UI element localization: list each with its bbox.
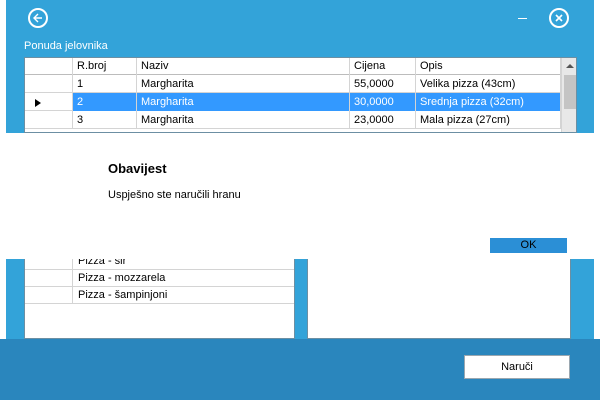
order-items-list[interactable]: Pizza - sir Pizza - mozzarela Pizza - ša… — [24, 259, 295, 339]
cell-cijena[interactable]: 23,0000 — [350, 111, 416, 129]
row-pointer-icon — [35, 99, 41, 107]
cell-cijena[interactable]: 30,0000 — [350, 93, 416, 111]
list-item[interactable]: Pizza - mozzarela — [25, 270, 294, 287]
column-header-rbroj[interactable]: R.broj — [73, 58, 137, 75]
cell-cijena[interactable]: 55,0000 — [350, 75, 416, 93]
grid-header-row: R.broj Naziv Cijena Opis — [25, 58, 561, 75]
cell-naziv[interactable]: Margharita — [137, 111, 350, 129]
row-header[interactable] — [25, 270, 73, 287]
list-item-label: Pizza - šampinjoni — [78, 289, 168, 301]
list-item[interactable]: Pizza - šampinjoni — [25, 287, 294, 304]
cell-naziv[interactable]: Margharita — [137, 93, 350, 111]
chevron-up-icon[interactable] — [562, 58, 576, 74]
row-header[interactable] — [25, 75, 73, 93]
row-header[interactable] — [25, 287, 73, 304]
back-button[interactable] — [28, 8, 48, 28]
back-arrow-icon — [33, 13, 42, 23]
grid-scrollbar[interactable] — [561, 58, 576, 132]
footer-bar: Naruči — [0, 339, 600, 400]
table-row-selected[interactable]: 2 Margharita 30,0000 Srednja pizza (32cm… — [25, 93, 561, 111]
row-header[interactable] — [25, 93, 73, 111]
cell-rbroj[interactable]: 2 — [73, 93, 137, 111]
column-header-naziv[interactable]: Naziv — [137, 58, 350, 75]
table-row[interactable]: 3 Margharita 23,0000 Mala pizza (27cm) — [25, 111, 561, 129]
close-icon — [555, 14, 563, 22]
window-title: Ponuda jelovnika — [24, 40, 108, 52]
dialog-title: Obavijest — [108, 161, 167, 176]
cell-opis[interactable]: Mala pizza (27cm) — [416, 111, 561, 129]
cell-rbroj[interactable]: 3 — [73, 111, 137, 129]
list-item[interactable]: Pizza - sir — [25, 259, 294, 270]
list-item-label: Pizza - sir — [78, 259, 127, 267]
list-item-label: Pizza - mozzarela — [78, 272, 166, 284]
cell-rbroj[interactable]: 1 — [73, 75, 137, 93]
scrollbar-thumb[interactable] — [564, 75, 576, 109]
cell-opis[interactable]: Velika pizza (43cm) — [416, 75, 561, 93]
cell-naziv[interactable]: Margharita — [137, 75, 350, 93]
column-header-opis[interactable]: Opis — [416, 58, 561, 75]
column-header-cijena[interactable]: Cijena — [350, 58, 416, 75]
table-row[interactable]: 1 Margharita 55,0000 Velika pizza (43cm) — [25, 75, 561, 93]
dialog-message: Uspješno ste naručili hranu — [108, 189, 241, 201]
minimize-button[interactable] — [515, 6, 533, 24]
notification-dialog: Obavijest Uspješno ste naručili hranu OK — [0, 133, 600, 259]
close-button[interactable] — [549, 8, 569, 28]
order-button[interactable]: Naruči — [464, 355, 570, 379]
row-header[interactable] — [25, 259, 73, 270]
ok-button[interactable]: OK — [490, 238, 567, 253]
cell-opis[interactable]: Srednja pizza (32cm) — [416, 93, 561, 111]
menu-grid[interactable]: R.broj Naziv Cijena Opis 1 Margharita 55… — [24, 57, 577, 133]
row-header-corner — [25, 58, 73, 75]
order-details-panel — [307, 259, 571, 339]
row-header[interactable] — [25, 111, 73, 129]
